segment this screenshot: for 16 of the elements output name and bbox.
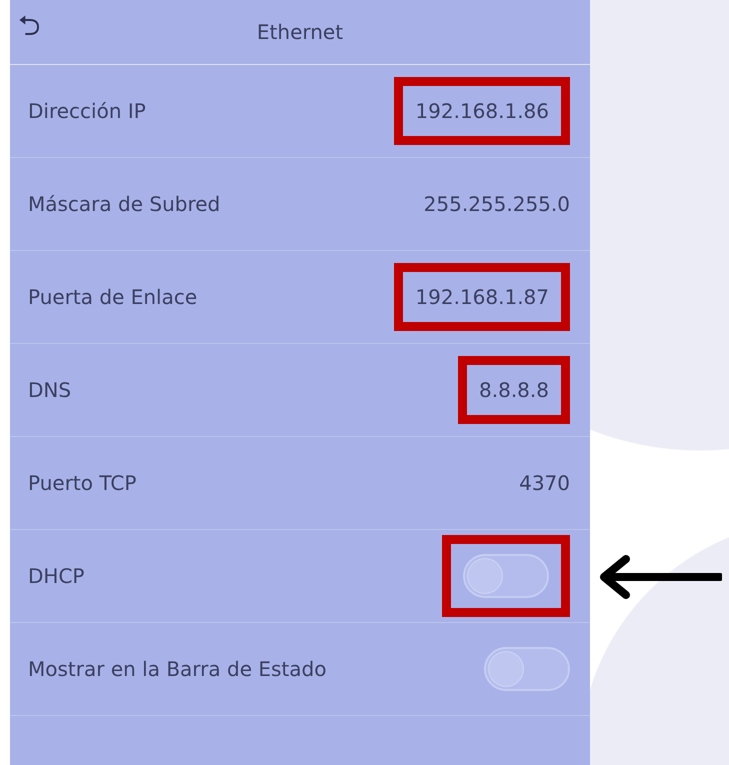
toggle-switch[interactable]	[463, 554, 549, 598]
setting-label: Puerto TCP	[28, 470, 136, 497]
setting-label: Puerta de Enlace	[28, 284, 198, 311]
setting-label: DHCP	[28, 563, 84, 590]
screen-title: Ethernet	[256, 19, 344, 46]
setting-label: Dirección IP	[28, 98, 146, 125]
setting-value: 4370	[519, 470, 570, 497]
setting-value: 192.168.1.86	[415, 99, 549, 123]
back-button[interactable]: ⮌	[18, 12, 40, 40]
toggle-switch[interactable]	[484, 647, 570, 691]
setting-label: Máscara de Subred	[28, 191, 220, 218]
setting-value: 8.8.8.8	[479, 378, 549, 402]
setting-label: Mostrar en la Barra de Estado	[28, 656, 326, 683]
setting-label: DNS	[28, 377, 72, 404]
setting-value: 192.168.1.87	[415, 285, 549, 309]
setting-value: 255.255.255.0	[424, 191, 570, 218]
